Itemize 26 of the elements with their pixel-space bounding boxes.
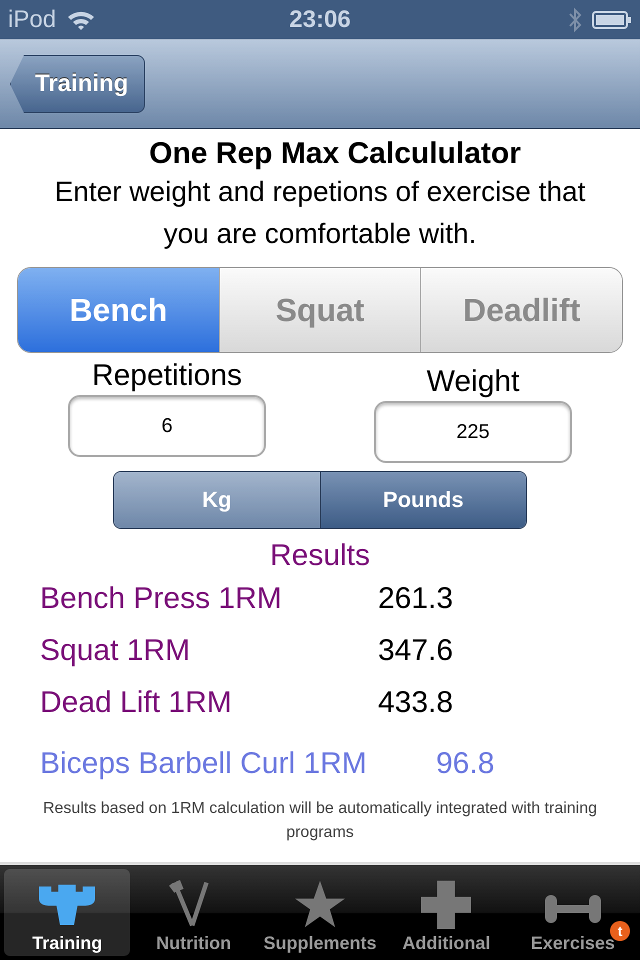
status-time: 23:06	[289, 6, 351, 34]
result-label: Squat 1RM	[40, 634, 192, 668]
tab-bar-item[interactable]: Supplements	[256, 869, 384, 956]
carrier-label: iPod	[8, 6, 56, 34]
result-label: Biceps Barbell Curl 1RM	[40, 747, 368, 781]
field-label: Weight	[426, 365, 520, 399]
page-title: One Rep Max Calcululator	[149, 137, 521, 171]
results-heading: Results	[270, 539, 370, 573]
tab-bar-item[interactable]: Training	[4, 869, 130, 956]
unit-tab[interactable]: Pounds	[320, 472, 526, 528]
result-value: 347.6	[378, 634, 454, 668]
battery-icon	[592, 10, 632, 30]
tab-bar-item[interactable]: Nutrition	[130, 869, 257, 956]
input-field[interactable]: 6	[68, 395, 266, 457]
tab-bar-item[interactable]: Additional	[383, 869, 510, 956]
result-label: Bench Press 1RM	[40, 582, 283, 616]
result-label: Dead Lift 1RM	[40, 686, 233, 720]
result-value: 261.3	[378, 582, 454, 616]
result-value: 96.8	[436, 747, 494, 781]
instructions-text: Enter weight and repetions of exercise that you are comfortable with.	[54, 175, 586, 251]
bluetooth-icon	[568, 6, 582, 32]
field-label: Repetitions	[92, 359, 242, 393]
note-text: Results based on 1RM calculation will be automatically integrated with training programs	[42, 799, 598, 843]
back-button[interactable]: Training	[10, 55, 146, 113]
result-value: 433.8	[378, 686, 454, 720]
input-field[interactable]: 225	[374, 401, 572, 463]
